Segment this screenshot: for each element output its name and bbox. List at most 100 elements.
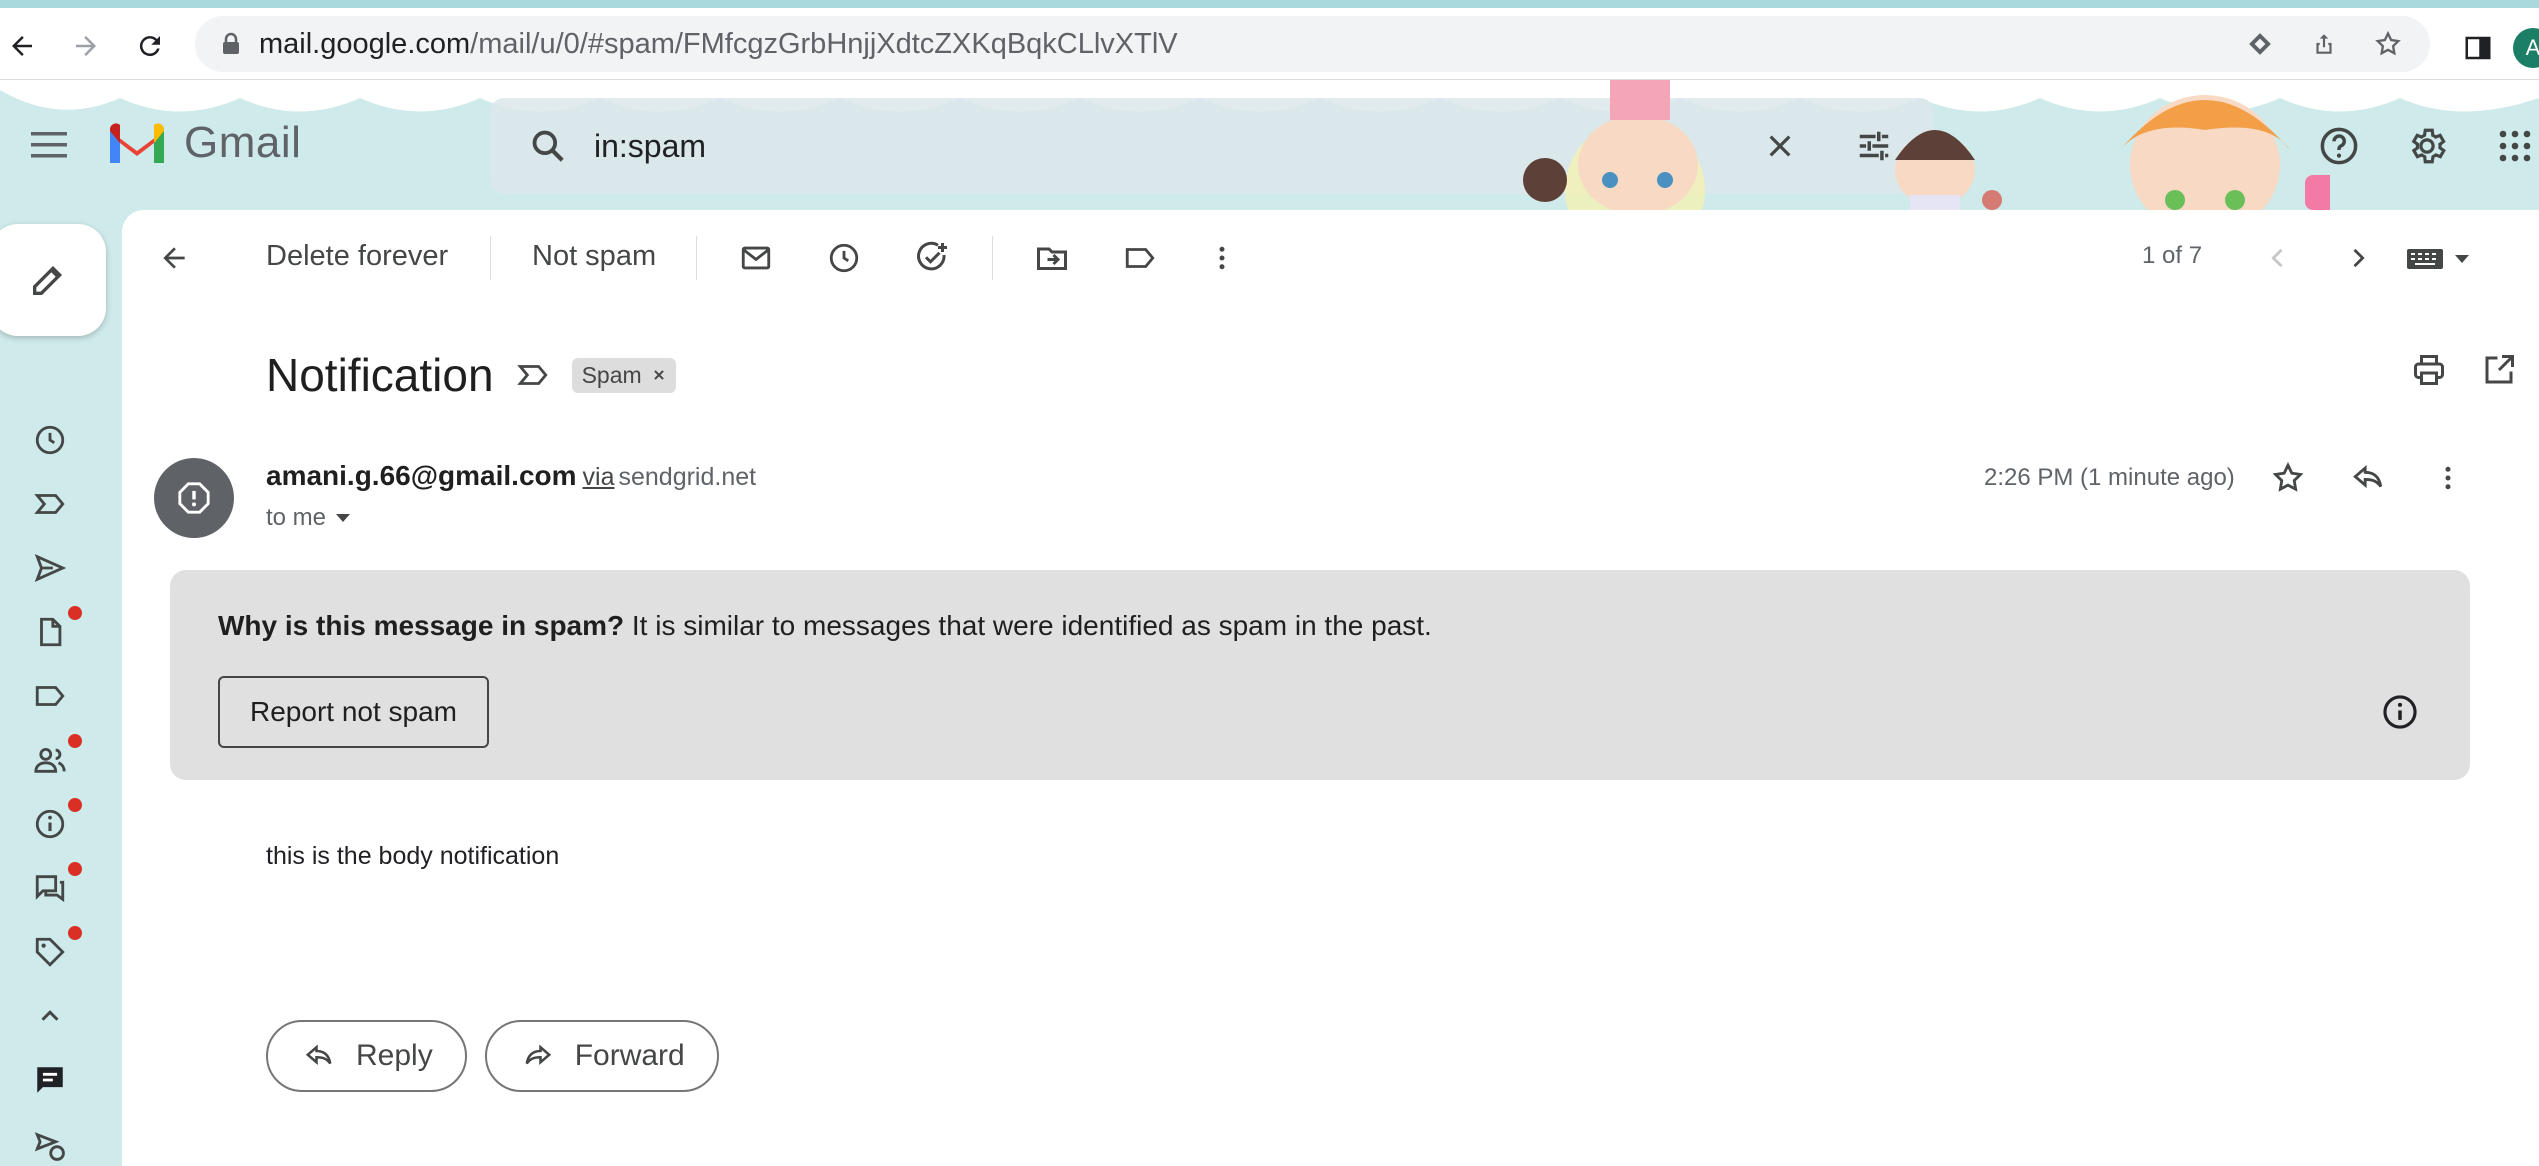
url-text: mail.google.com/mail/u/0/#spam/FMfcgzGrb… bbox=[259, 27, 1178, 60]
left-rail bbox=[0, 210, 122, 1166]
forum-icon bbox=[35, 875, 65, 903]
sender-email[interactable]: amani.g.66@gmail.com bbox=[266, 460, 577, 491]
message-time: 2:26 PM (1 minute ago) bbox=[1984, 464, 2235, 491]
open-new-window-icon[interactable] bbox=[2481, 352, 2517, 388]
more-vert-icon[interactable] bbox=[1202, 238, 1242, 278]
address-bar[interactable]: mail.google.com/mail/u/0/#spam/FMfcgzGrb… bbox=[195, 16, 2430, 72]
mark-unread-icon[interactable] bbox=[736, 238, 776, 278]
nav-collapse[interactable] bbox=[30, 996, 70, 1036]
extension-icon[interactable] bbox=[2242, 26, 2278, 62]
message-panel: Delete forever Not spam 1 of 7 Notificat… bbox=[122, 210, 2539, 1166]
back-arrow-icon[interactable] bbox=[4, 28, 40, 64]
nav-chat[interactable] bbox=[30, 1060, 70, 1100]
via-link[interactable]: via bbox=[583, 463, 615, 491]
older-chevron-icon[interactable] bbox=[2338, 238, 2378, 278]
important-icon bbox=[34, 494, 65, 514]
toolbar-divider bbox=[490, 236, 491, 280]
share-icon[interactable] bbox=[2306, 26, 2342, 62]
search-icon[interactable] bbox=[524, 122, 572, 170]
recipient-toggle[interactable]: to me bbox=[266, 504, 352, 532]
via-host: sendgrid.net bbox=[618, 463, 757, 491]
reload-icon[interactable] bbox=[132, 28, 168, 64]
help-icon[interactable] bbox=[2315, 122, 2363, 170]
people-icon bbox=[34, 747, 66, 773]
forward-arrow-icon bbox=[525, 1044, 551, 1065]
sender-avatar[interactable] bbox=[154, 458, 234, 538]
spam-warning-banner: Why is this message in spam? It is simil… bbox=[170, 570, 2470, 780]
delete-forever-button[interactable]: Delete forever bbox=[266, 240, 448, 273]
profile-avatar[interactable]: A bbox=[2513, 28, 2539, 68]
tune-icon[interactable] bbox=[1850, 122, 1898, 170]
spam-warning-title: Why is this message in spam? bbox=[218, 610, 625, 641]
nav-labels[interactable] bbox=[30, 676, 70, 716]
caret-down-icon[interactable] bbox=[334, 512, 352, 524]
info-icon[interactable] bbox=[2378, 690, 2422, 734]
nav-sent[interactable] bbox=[30, 548, 70, 588]
forward-button[interactable]: Forward bbox=[484, 1020, 719, 1092]
gmail-header: Gmail bbox=[0, 80, 2539, 210]
important-marker-icon[interactable] bbox=[516, 358, 550, 392]
notification-dot bbox=[68, 862, 82, 876]
browser-tab-strip bbox=[0, 0, 2539, 8]
recipient-text: to me bbox=[266, 504, 327, 531]
menu-icon[interactable] bbox=[26, 122, 72, 168]
nav-social[interactable] bbox=[30, 734, 82, 780]
info-icon bbox=[35, 809, 65, 839]
nav-snoozed[interactable] bbox=[30, 420, 70, 460]
nav-drafts[interactable] bbox=[30, 606, 82, 652]
message-body: this is the body notification bbox=[266, 842, 560, 870]
chevron-up-icon bbox=[41, 1010, 59, 1021]
star-icon[interactable] bbox=[2268, 458, 2308, 498]
nav-promotions[interactable] bbox=[30, 926, 82, 972]
back-to-spam-icon[interactable] bbox=[154, 238, 194, 278]
scheduled-send-icon bbox=[34, 1132, 65, 1161]
notification-dot bbox=[68, 606, 82, 620]
add-task-icon[interactable] bbox=[912, 238, 952, 278]
more-options-icon[interactable] bbox=[2428, 458, 2468, 498]
nav-scheduled[interactable] bbox=[30, 1126, 70, 1166]
side-panel-icon[interactable] bbox=[2463, 33, 2493, 63]
clear-icon[interactable] bbox=[1756, 122, 1804, 170]
search-input[interactable] bbox=[594, 127, 1694, 165]
tag-icon bbox=[35, 937, 65, 967]
toolbar-divider bbox=[992, 236, 993, 280]
subject-row: Notification Spam bbox=[266, 348, 676, 402]
label-icon bbox=[35, 686, 65, 706]
forward-label: Forward bbox=[574, 1039, 685, 1072]
move-to-icon[interactable] bbox=[1032, 238, 1072, 278]
gmail-logo[interactable]: Gmail bbox=[106, 118, 301, 168]
forward-arrow-icon[interactable] bbox=[68, 28, 104, 64]
apps-icon[interactable] bbox=[2491, 122, 2539, 170]
sender-line: amani.g.66@gmail.com via sendgrid.net bbox=[266, 460, 756, 492]
nav-forums[interactable] bbox=[30, 862, 82, 908]
label-as-icon[interactable] bbox=[1120, 238, 1160, 278]
newer-chevron-icon[interactable] bbox=[2258, 238, 2298, 278]
notification-dot bbox=[68, 734, 82, 748]
gmail-m-icon bbox=[110, 123, 164, 163]
gmail-logo-text: Gmail bbox=[184, 118, 302, 167]
reply-label: Reply bbox=[356, 1039, 433, 1072]
pencil-icon bbox=[28, 260, 68, 300]
snooze-icon[interactable] bbox=[824, 238, 864, 278]
send-icon bbox=[34, 553, 67, 583]
bookmark-star-icon[interactable] bbox=[2370, 26, 2406, 62]
reply-icon[interactable] bbox=[2348, 458, 2388, 498]
compose-button[interactable] bbox=[0, 224, 106, 336]
nav-updates[interactable] bbox=[30, 798, 82, 844]
draft-icon bbox=[40, 617, 62, 647]
search-bar[interactable] bbox=[490, 98, 1934, 194]
remove-label-icon[interactable] bbox=[652, 368, 666, 382]
nav-important[interactable] bbox=[30, 484, 70, 524]
report-not-spam-button[interactable]: Report not spam bbox=[218, 676, 489, 748]
spam-label-chip: Spam bbox=[571, 357, 676, 393]
keyboard-icon[interactable] bbox=[2392, 238, 2488, 278]
not-spam-button[interactable]: Not spam bbox=[532, 240, 656, 273]
print-icon[interactable] bbox=[2411, 352, 2447, 388]
message-toolbar: Delete forever Not spam 1 of 7 bbox=[122, 210, 2539, 306]
clock-icon bbox=[35, 425, 65, 455]
settings-icon[interactable] bbox=[2403, 122, 2451, 170]
lock-icon[interactable] bbox=[221, 32, 241, 56]
reply-button[interactable]: Reply bbox=[266, 1020, 467, 1092]
browser-toolbar: mail.google.com/mail/u/0/#spam/FMfcgzGrb… bbox=[0, 8, 2539, 80]
toolbar-divider bbox=[696, 236, 697, 280]
